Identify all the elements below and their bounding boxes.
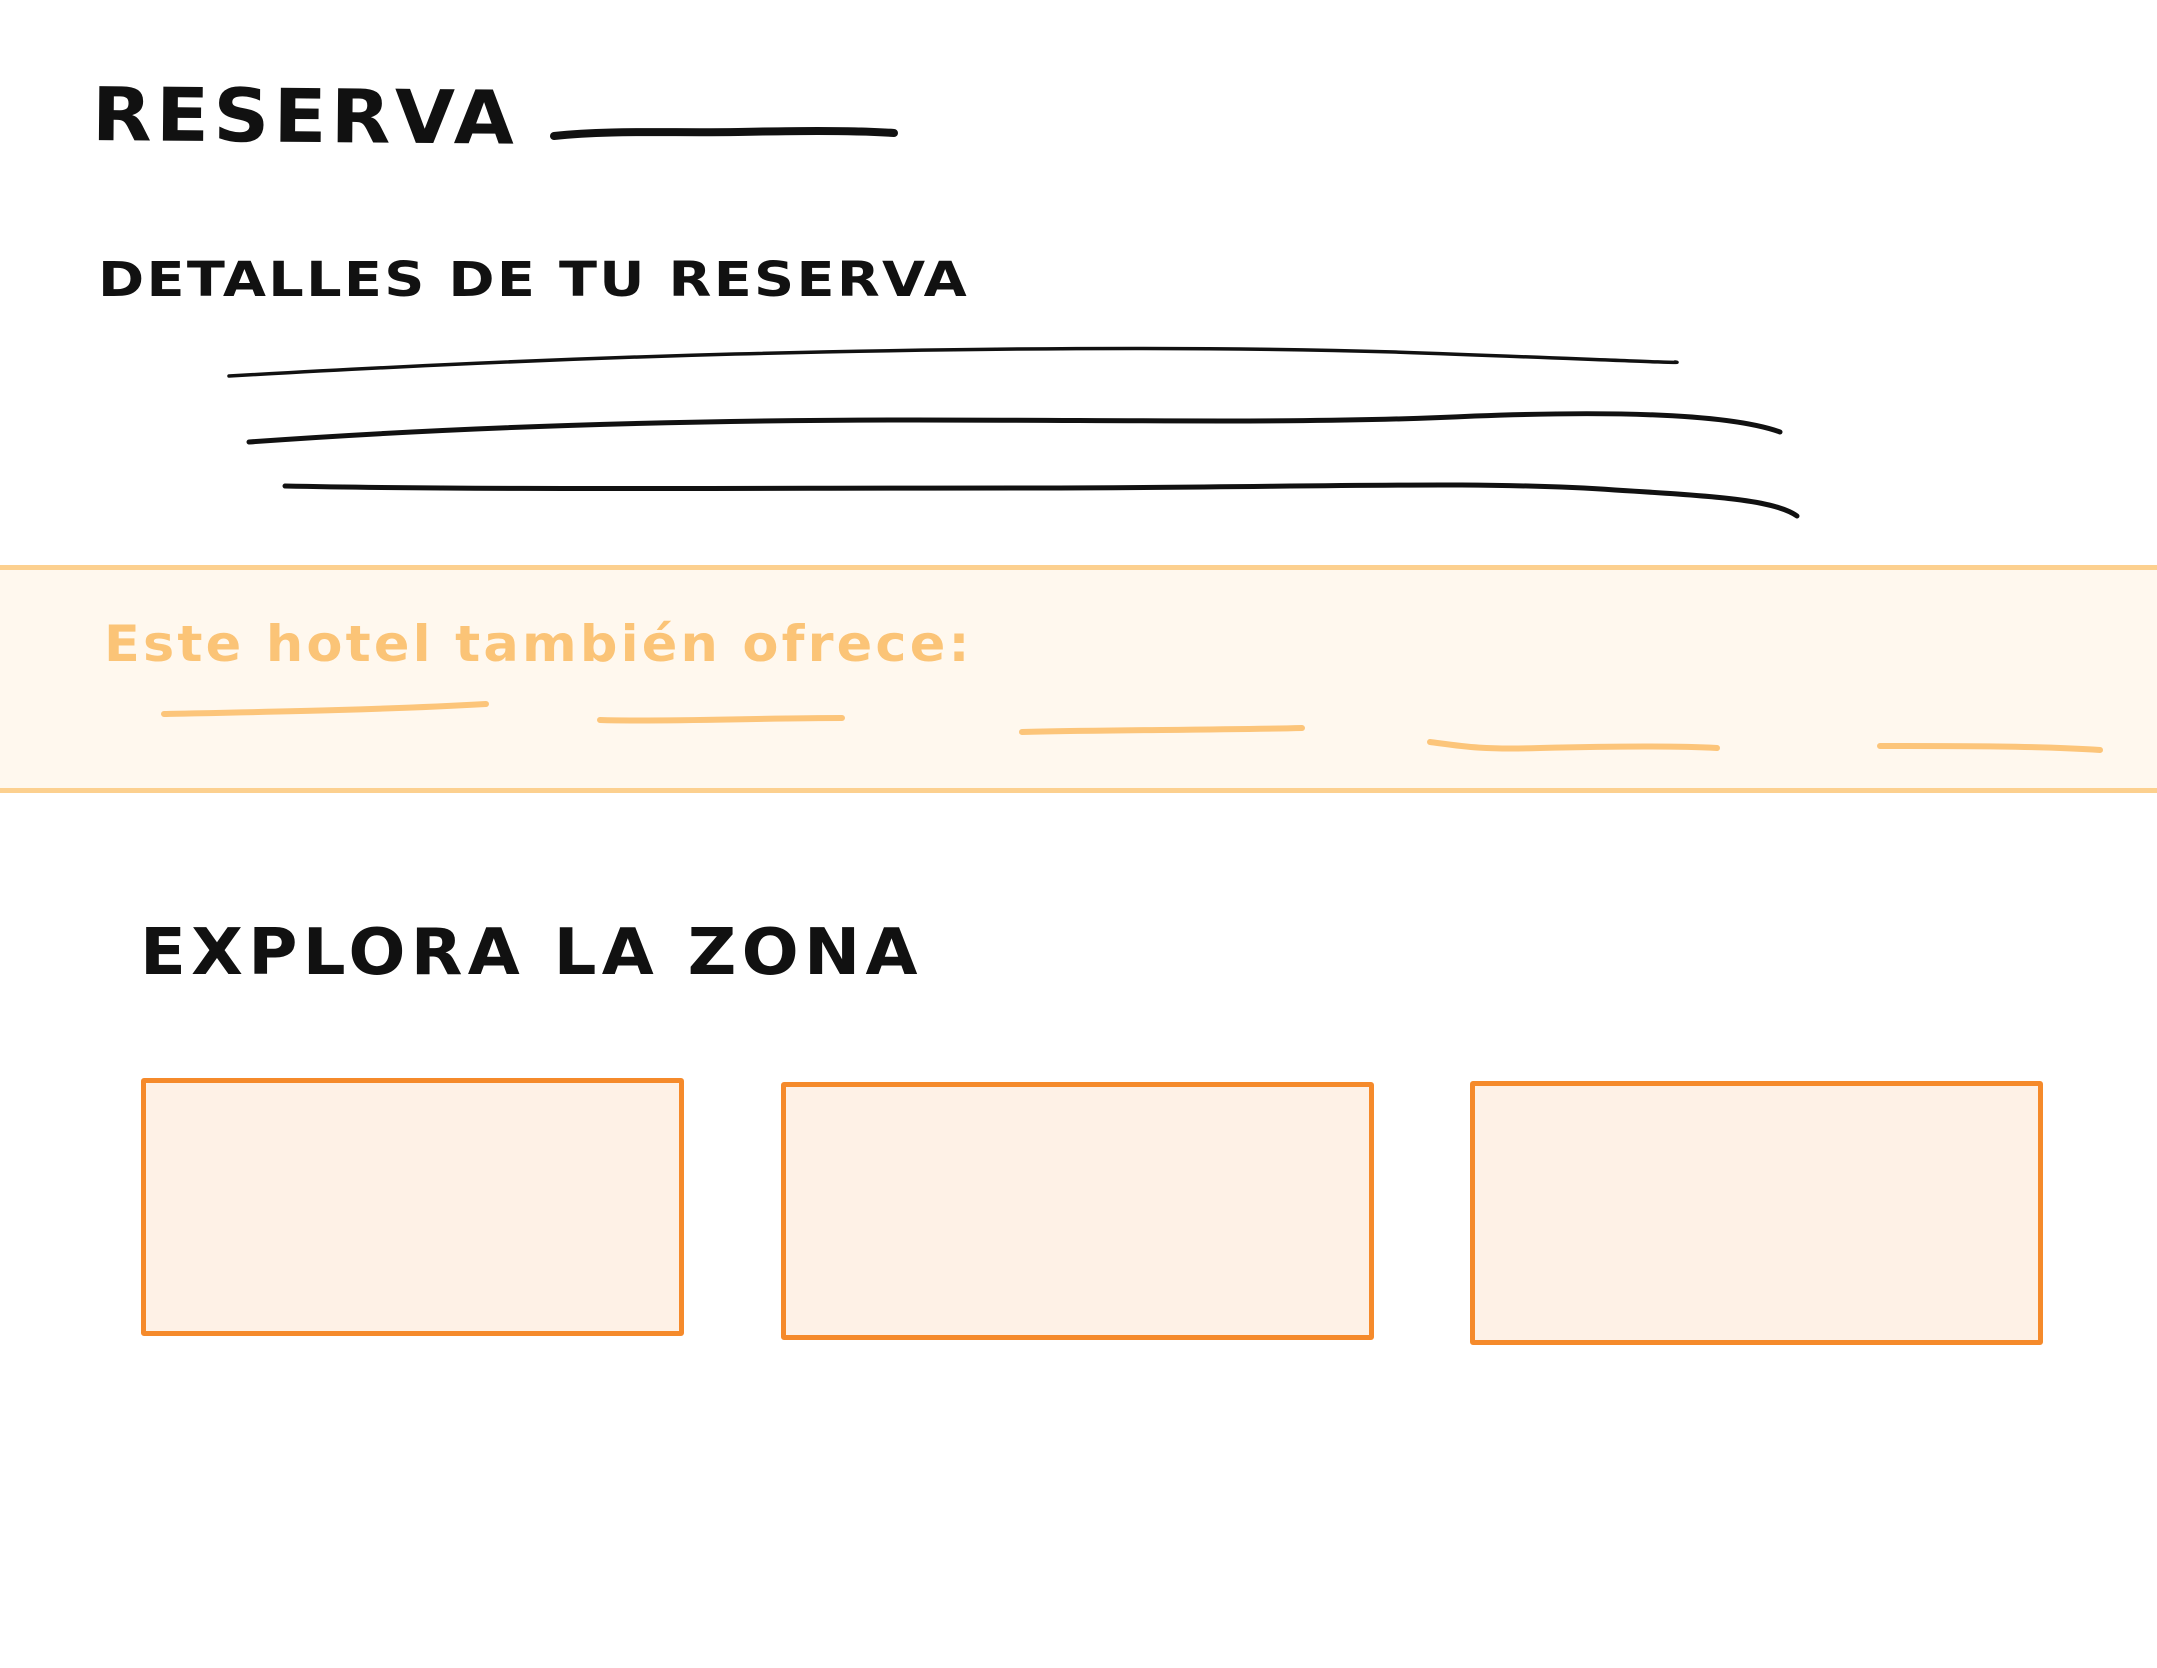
booking-details-placeholder-lines <box>227 346 1800 519</box>
hotel-offers-placeholder-lines <box>161 701 2103 753</box>
page-title: Reserva <box>91 72 519 162</box>
booking-details-heading: Detalles de tu reserva <box>98 252 970 308</box>
explore-area-card[interactable] <box>1470 1081 2043 1345</box>
hotel-offers-banner: Este hotel también ofrece: <box>0 565 2157 793</box>
detail-line <box>282 482 1800 519</box>
offer-line <box>1019 725 1305 735</box>
offer-line <box>597 715 845 724</box>
detail-line <box>246 411 1783 445</box>
offer-line <box>1877 743 2103 753</box>
explore-area-heading: Explora la zona <box>140 916 923 990</box>
detail-line <box>227 346 1679 378</box>
title-placeholder-line <box>550 127 898 140</box>
offer-line <box>161 701 489 717</box>
explore-area-card[interactable] <box>141 1078 684 1336</box>
explore-area-card[interactable] <box>781 1082 1374 1340</box>
offer-line <box>1427 739 1720 752</box>
